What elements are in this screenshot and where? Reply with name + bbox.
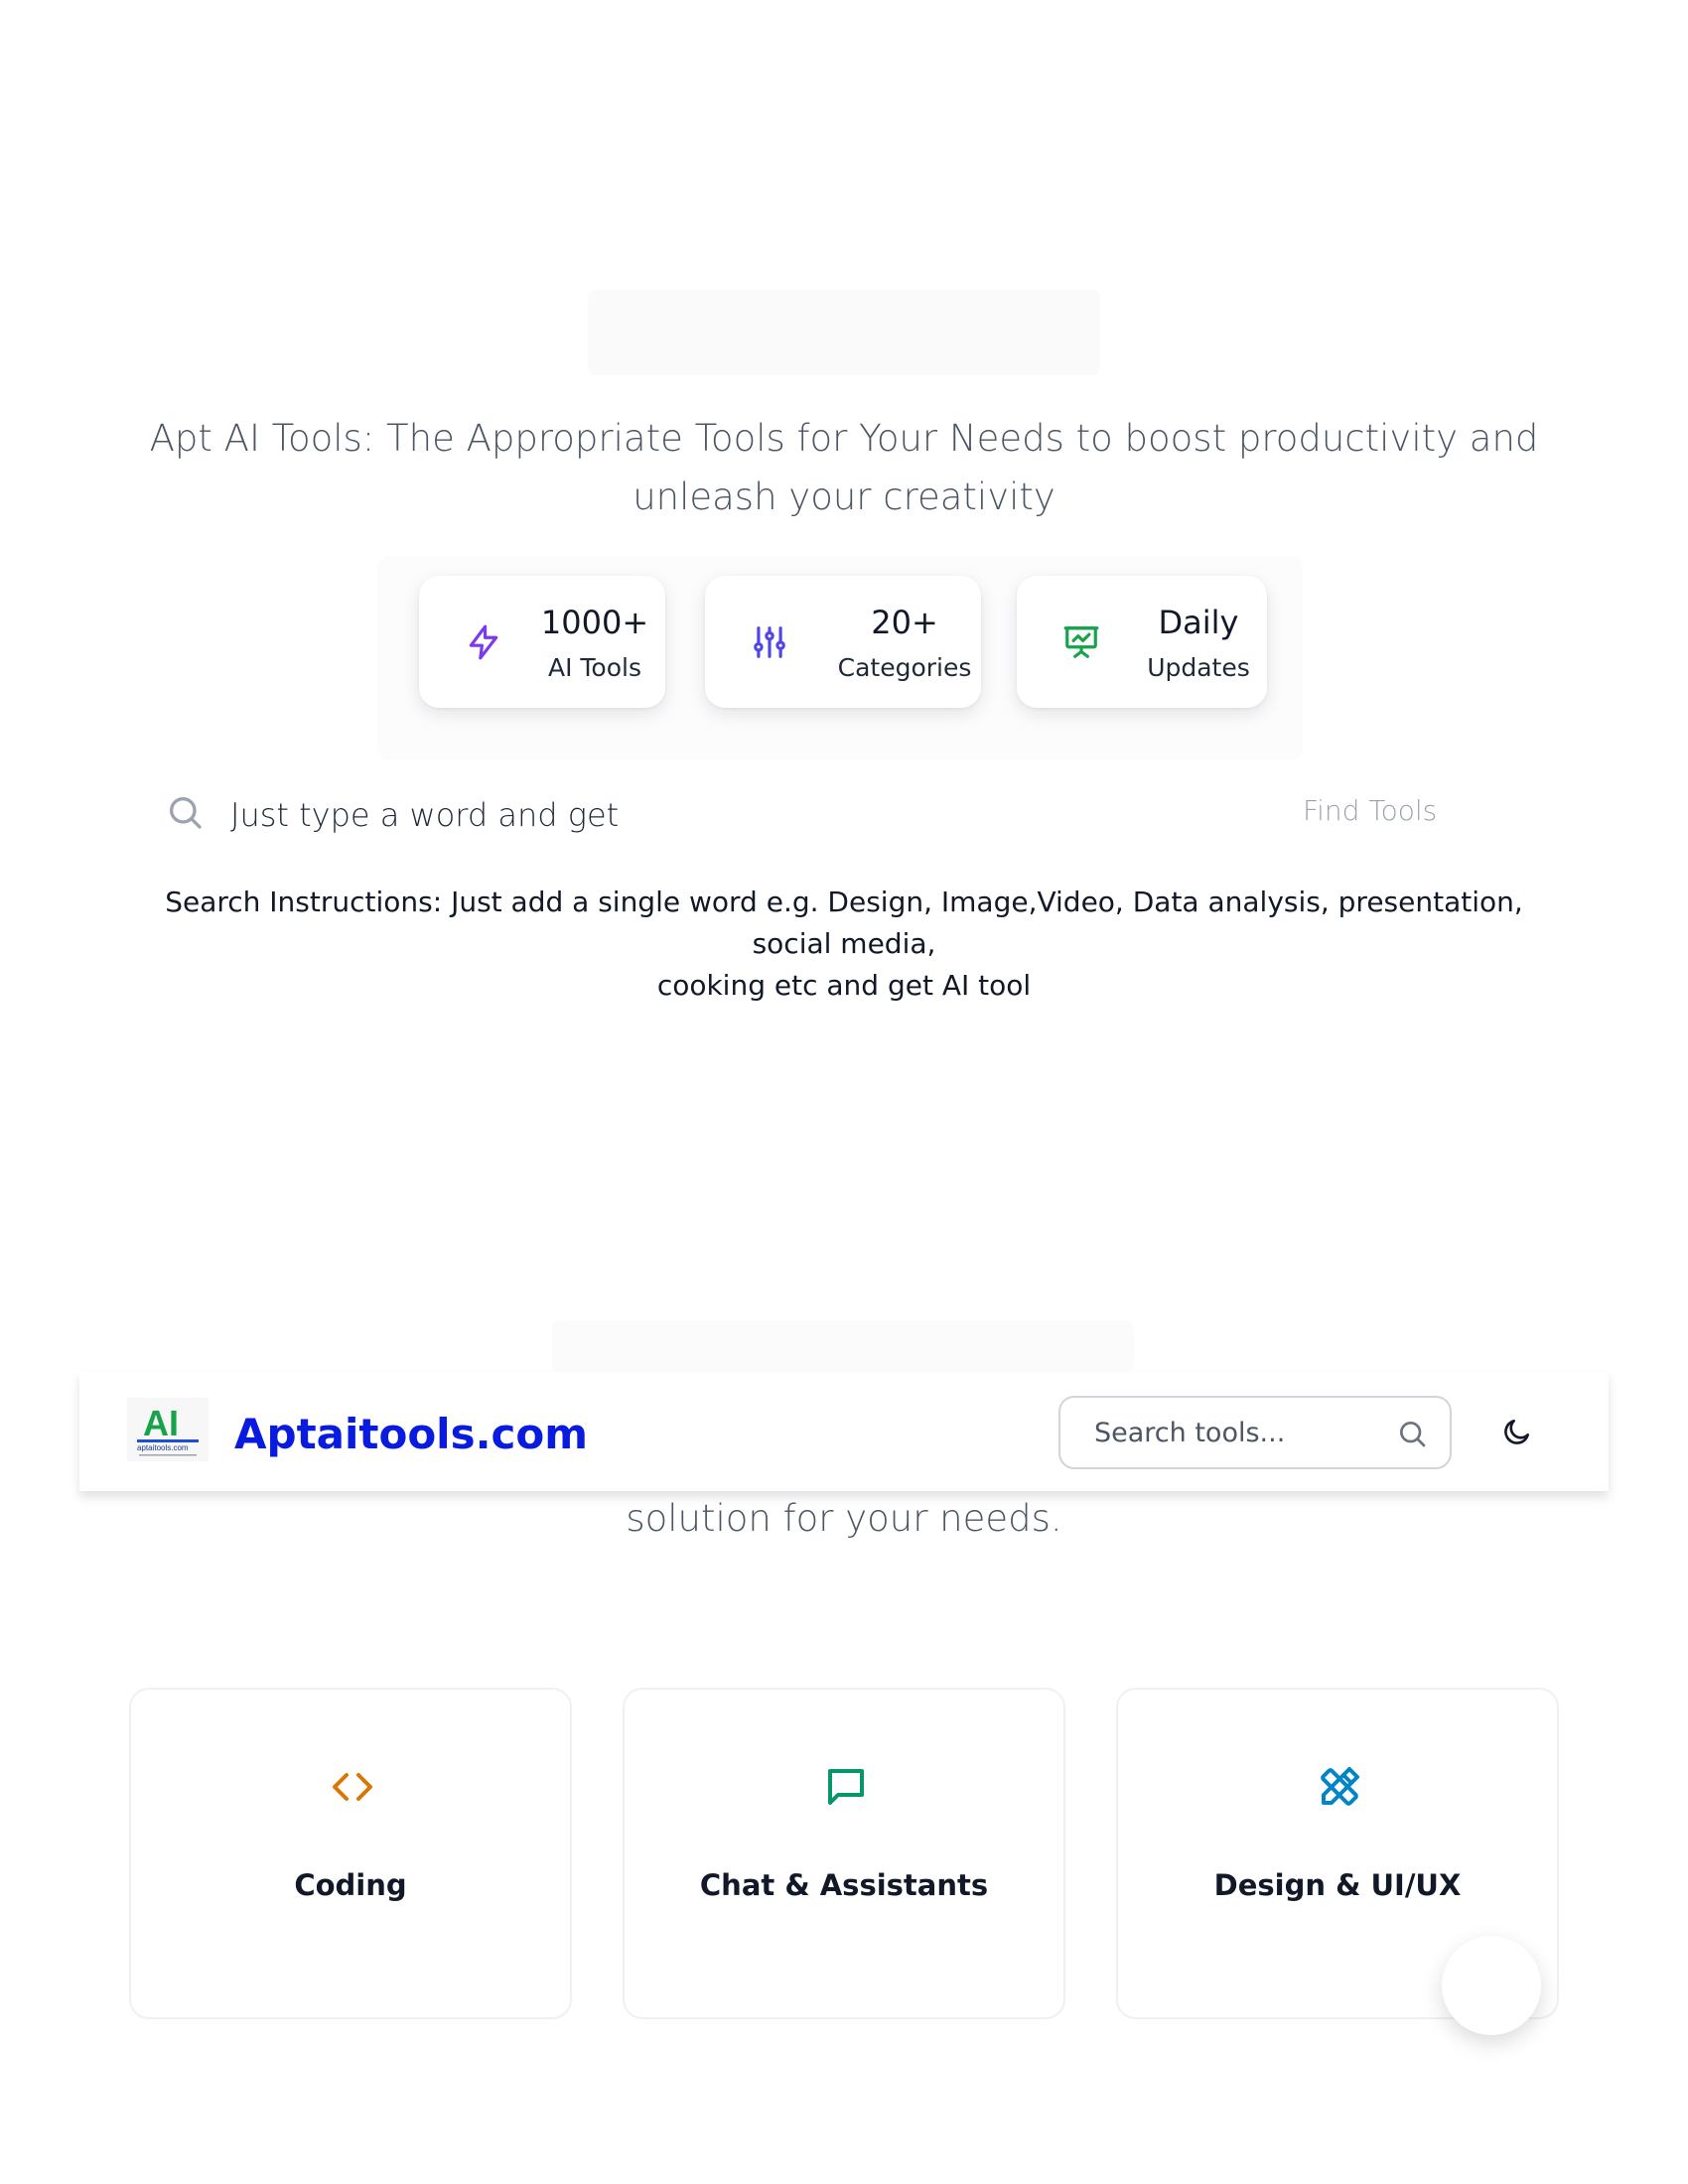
nav-search-input[interactable]: Search tools... bbox=[1058, 1396, 1452, 1469]
hero-tagline-line2: unleash your creativity bbox=[633, 476, 1055, 518]
category-name: Chat & Assistants bbox=[699, 1868, 989, 1902]
stat-card-tools: 1000+ AI Tools bbox=[419, 576, 665, 708]
stat-card-updates: Daily Updates bbox=[1017, 576, 1267, 708]
chat-bubble-icon bbox=[828, 1769, 864, 1805]
site-logo[interactable]: AI aptaitools.com bbox=[127, 1398, 209, 1461]
hero-search-bar[interactable]: Just type a word and get Find Tools bbox=[151, 766, 1561, 864]
search-input[interactable]: Just type a word and get bbox=[230, 796, 619, 834]
section-heading-placeholder bbox=[552, 1320, 1134, 1372]
search-icon bbox=[170, 797, 202, 829]
stat-label: Categories bbox=[837, 653, 972, 682]
svg-text:aptaitools.com: aptaitools.com bbox=[137, 1443, 189, 1452]
category-name: Coding bbox=[294, 1868, 407, 1902]
stat-value: Daily bbox=[1158, 604, 1239, 641]
hero-heading-placeholder bbox=[588, 290, 1100, 375]
presentation-chart-icon bbox=[1063, 626, 1099, 658]
logo-image: AI aptaitools.com bbox=[127, 1398, 209, 1461]
lightning-icon bbox=[469, 624, 498, 660]
moon-icon[interactable] bbox=[1501, 1416, 1533, 1447]
section-subtitle: solution for your needs. bbox=[626, 1497, 1062, 1540]
category-name: Design & UI/UX bbox=[1213, 1868, 1462, 1902]
svg-text:AI: AI bbox=[143, 1403, 179, 1443]
hero-tagline: Apt AI Tools: The Appropriate Tools for … bbox=[149, 409, 1539, 526]
stat-label: AI Tools bbox=[547, 653, 641, 682]
hero-tagline-line1: Apt AI Tools: The Appropriate Tools for … bbox=[149, 417, 1539, 460]
floating-action-button[interactable] bbox=[1442, 1936, 1541, 2035]
stat-value: 20+ bbox=[871, 604, 938, 641]
search-instructions: Search Instructions: Just add a single w… bbox=[129, 882, 1559, 1007]
code-icon bbox=[333, 1773, 372, 1801]
find-tools-button[interactable]: Find Tools bbox=[1303, 794, 1437, 827]
nav-search-placeholder: Search tools... bbox=[1094, 1418, 1286, 1448]
pencil-ruler-icon bbox=[1321, 1767, 1359, 1806]
sliders-icon bbox=[754, 626, 785, 658]
category-card-coding[interactable]: Coding bbox=[129, 1688, 572, 2019]
brand-name[interactable]: Aptaitools.com bbox=[234, 1410, 588, 1458]
navbar: AI aptaitools.com Aptaitools.com Search … bbox=[79, 1372, 1609, 1491]
search-instructions-line2: cooking etc and get AI tool bbox=[656, 969, 1032, 1002]
search-icon[interactable] bbox=[1396, 1418, 1428, 1449]
stat-value: 1000+ bbox=[540, 604, 649, 641]
category-card-chat[interactable]: Chat & Assistants bbox=[623, 1688, 1065, 2019]
stat-label: Updates bbox=[1147, 653, 1250, 682]
stat-card-categories: 20+ Categories bbox=[705, 576, 981, 708]
search-instructions-line1: Search Instructions: Just add a single w… bbox=[165, 886, 1523, 960]
